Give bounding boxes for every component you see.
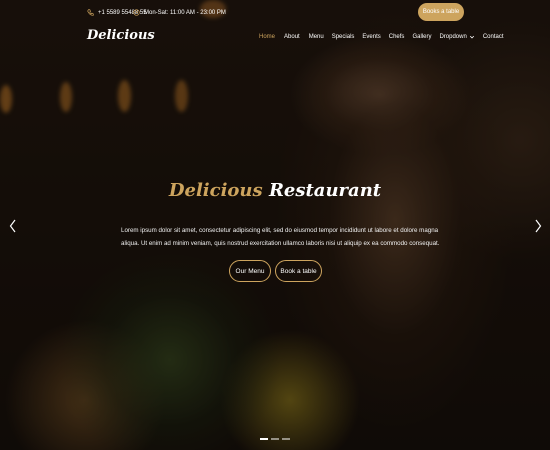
our-menu-button[interactable]: Our Menu <box>229 260 271 282</box>
book-table-top-button[interactable]: Books a table <box>418 3 464 21</box>
chevron-left-icon <box>9 219 16 233</box>
nav-item-specials[interactable]: Specials <box>332 34 355 40</box>
book-table-button[interactable]: Book a table <box>275 260 322 282</box>
hours-text: Mon-Sat: 11:00 AM - 23:00 PM <box>144 9 226 16</box>
nav-item-menu[interactable]: Menu <box>309 34 324 40</box>
hero-description: Lorem ipsum dolor sit amet, consectetur … <box>121 227 440 247</box>
carousel-indicator[interactable] <box>271 438 279 440</box>
nav-item-dropdown[interactable]: Dropdown <box>439 34 474 40</box>
carousel-indicator[interactable] <box>260 438 268 440</box>
hero-title: Delicious Restaurant <box>0 180 550 201</box>
hero-title-accent: Delicious <box>168 180 263 201</box>
chevron-right-icon <box>535 219 542 233</box>
hero-title-rest: Restaurant <box>268 180 382 201</box>
nav-item-events[interactable]: Events <box>362 34 380 40</box>
nav-dropdown-label: Dropdown <box>439 34 467 40</box>
clock-icon <box>133 9 140 16</box>
carousel-prev-button[interactable] <box>9 219 17 238</box>
site-logo[interactable]: Delicious <box>87 28 155 43</box>
nav-item-gallery[interactable]: Gallery <box>412 34 431 40</box>
main-nav: Home About Menu Specials Events Chefs Ga… <box>259 34 504 40</box>
topbar: +1 5589 55488 55 Mon-Sat: 11:00 AM - 23:… <box>0 0 550 26</box>
nav-item-about[interactable]: About <box>284 34 300 40</box>
chevron-down-icon <box>469 35 474 39</box>
carousel-indicator[interactable] <box>282 438 290 440</box>
carousel-indicators <box>260 438 290 440</box>
carousel-next-button[interactable] <box>534 219 542 238</box>
opening-hours: Mon-Sat: 11:00 AM - 23:00 PM <box>133 9 226 16</box>
nav-item-contact[interactable]: Contact <box>483 34 504 40</box>
phone-icon <box>87 9 94 16</box>
nav-item-chefs[interactable]: Chefs <box>389 34 405 40</box>
nav-item-home[interactable]: Home <box>259 34 275 40</box>
